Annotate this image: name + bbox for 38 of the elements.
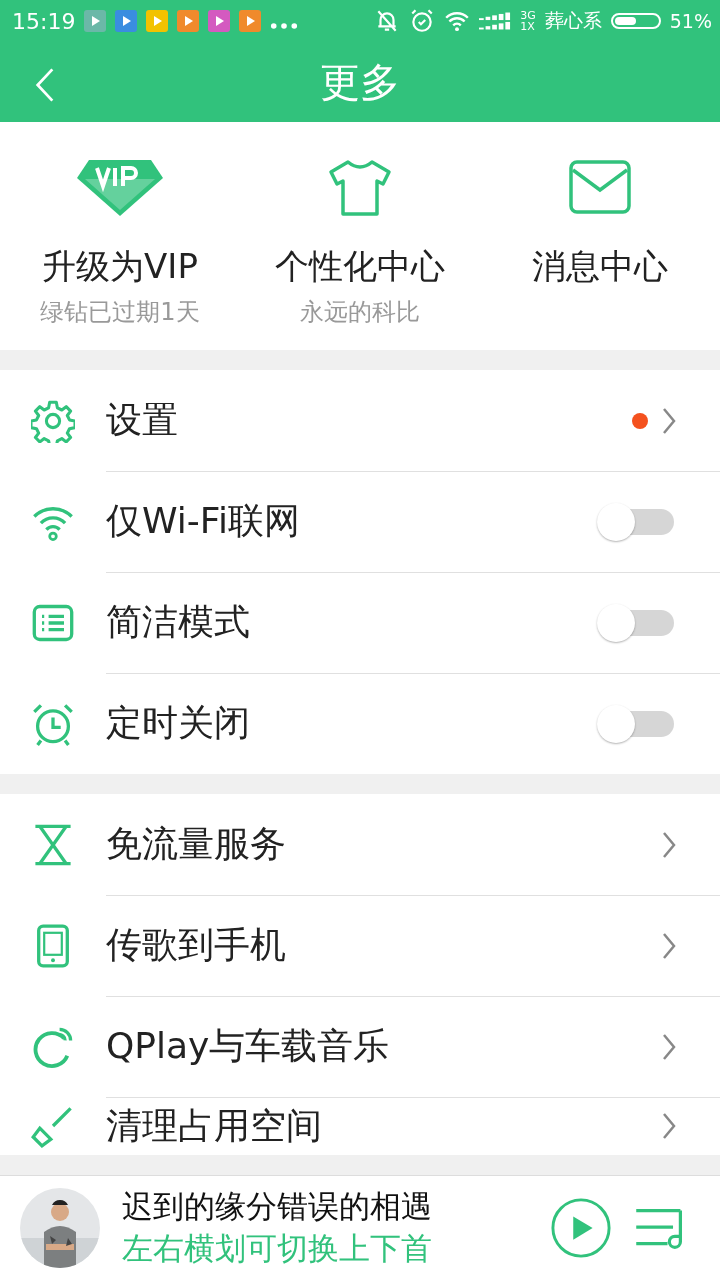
menu-item[interactable]: 免流量服务 [0,794,720,896]
chevron-right-icon [662,1032,676,1061]
shortcut-tile[interactable]: 升级为VIP 绿钻已过期1天 [0,121,240,351]
app-notification-icon [146,10,169,33]
network-type: 1X [520,21,536,33]
app-notification-icon [115,10,138,33]
chevron-right-icon [662,406,676,435]
menu-item[interactable]: 仅Wi-Fi联网 [0,471,720,573]
battery-percent: 51% [669,10,712,33]
play-button[interactable] [550,1197,612,1260]
clock-time: 15:19 [12,8,76,34]
chevron-right-icon [662,931,676,960]
app-notification-icon [208,10,231,33]
network-type: 3G [520,10,536,22]
chevron-right-icon [662,1112,676,1141]
broom-icon [31,1104,75,1149]
menu-item[interactable]: 设置 [0,370,720,472]
carrier-name: 葬心系 [544,8,602,34]
alarm-icon [31,701,75,746]
app-notification-icon [84,10,107,33]
battery-icon [610,13,661,30]
swipe-hint: 左右横划可切换上下首 [122,1229,433,1269]
more-dots-icon [270,22,299,31]
menu-item[interactable]: 定时关闭 [0,673,720,775]
song-title: 迟到的缘分错误的相遇 [122,1187,433,1227]
app-notification-icon [239,10,262,33]
app-notification-icon [177,10,200,33]
diamond-icon [75,157,165,218]
menu-item[interactable]: 清理占用空间 [0,1097,720,1156]
menu-item[interactable]: 传歌到手机 [0,895,720,997]
settings-icon [31,398,75,443]
menu-item[interactable]: 简洁模式 [0,572,720,674]
menu-item[interactable]: QPlay与车载音乐 [0,996,720,1098]
page-title: 更多 [320,57,400,107]
chevron-right-icon [662,830,676,859]
shortcut-tile[interactable]: 个性化中心 永远的科比 [240,121,480,351]
shortcut-tile[interactable]: 消息中心 [480,121,720,351]
signal-icon [479,11,512,32]
